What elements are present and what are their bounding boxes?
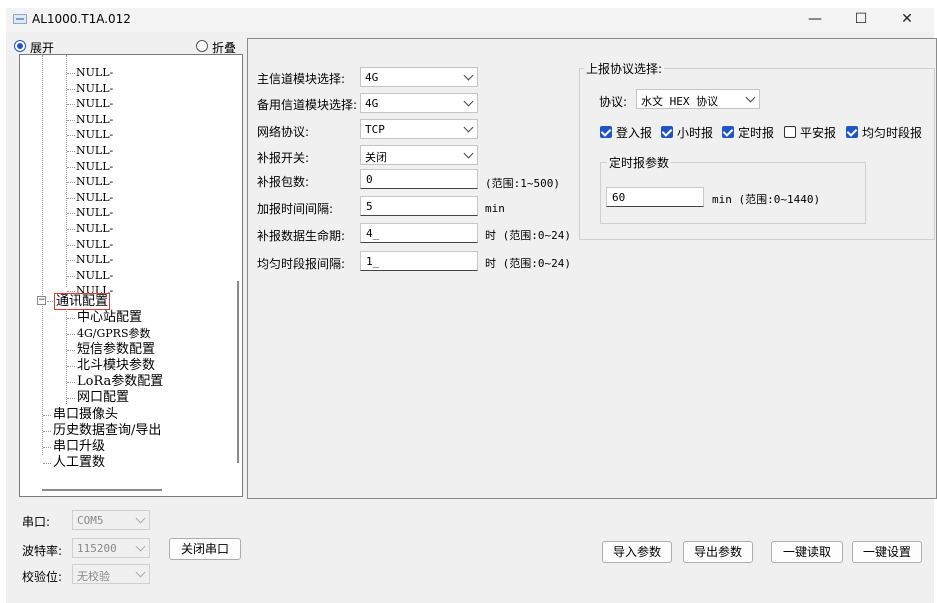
report-type-checkbox[interactable] bbox=[846, 126, 858, 138]
resend-packets-label: 补报包数: bbox=[257, 175, 310, 189]
report-type-label: 平安报 bbox=[800, 126, 837, 140]
chevron-down-icon bbox=[135, 513, 146, 524]
close-serial-button[interactable]: 关闭串口 bbox=[169, 538, 241, 560]
timed-report-input[interactable]: 60 bbox=[606, 187, 704, 207]
app-icon bbox=[13, 14, 27, 24]
protocol-label: 协议: bbox=[599, 95, 628, 109]
close-button[interactable]: ✕ bbox=[884, 8, 930, 32]
chevron-down-icon bbox=[463, 96, 474, 107]
chevron-down-icon bbox=[463, 148, 474, 159]
tree-item-comm-child[interactable]: 4G/GPRS参数 bbox=[77, 326, 151, 341]
tree-item-root[interactable]: 人工置数 bbox=[53, 455, 105, 470]
tree-item-null[interactable]: NULL- bbox=[76, 65, 113, 80]
read-all-button[interactable]: 一键读取 bbox=[771, 541, 843, 563]
even-interval-label: 均匀时段报间隔: bbox=[257, 257, 346, 271]
net-protocol-label: 网络协议: bbox=[257, 125, 310, 139]
collapse-toggle-icon[interactable]: − bbox=[37, 296, 46, 305]
serial-port-select[interactable]: COM5 bbox=[72, 510, 150, 530]
tree-item-null[interactable]: NULL- bbox=[76, 81, 113, 96]
tree-item-null[interactable]: NULL- bbox=[76, 159, 113, 174]
report-type-label: 定时报 bbox=[738, 126, 775, 140]
tree-item-null[interactable]: NULL- bbox=[76, 237, 113, 252]
resend-switch-select[interactable]: 关闭 bbox=[360, 145, 478, 165]
tree-item-comm-child[interactable]: 北斗模块参数 bbox=[77, 358, 155, 373]
net-protocol-select[interactable]: TCP bbox=[360, 119, 478, 139]
parity-label: 校验位: bbox=[22, 570, 63, 584]
expand-radio[interactable] bbox=[14, 40, 26, 52]
minimize-button[interactable]: — bbox=[792, 8, 838, 32]
tree-item-null[interactable]: NULL- bbox=[76, 268, 113, 283]
export-params-button[interactable]: 导出参数 bbox=[683, 541, 753, 563]
tree-item-null[interactable]: NULL- bbox=[76, 96, 113, 111]
timed-report-title: 定时报参数 bbox=[607, 154, 672, 171]
tree-item-root[interactable]: 串口升级 bbox=[53, 439, 105, 454]
serial-port-label: 串口: bbox=[22, 515, 51, 529]
tree-item-null[interactable]: NULL- bbox=[76, 174, 113, 189]
main-channel-select[interactable]: 4G bbox=[360, 67, 478, 87]
main-channel-label: 主信道模块选择: bbox=[257, 72, 346, 86]
tree-item-null[interactable]: NULL- bbox=[76, 221, 113, 236]
add-interval-unit: min bbox=[485, 202, 505, 215]
even-interval-hint: 时 (范围:0~24) bbox=[485, 257, 571, 270]
add-interval-label: 加报时间间隔: bbox=[257, 202, 334, 216]
chevron-down-icon bbox=[463, 122, 474, 133]
nav-tree: NULL- NULL- NULL- NULL- NULL- NULL- NULL- NULL-… bbox=[19, 54, 243, 497]
protocol-select[interactable]: 水文 HEX 协议 bbox=[636, 89, 760, 109]
resend-packets-hint: (范围:1~500) bbox=[485, 177, 560, 190]
tree-item-null[interactable]: NULL- bbox=[76, 127, 113, 142]
set-all-button[interactable]: 一键设置 bbox=[852, 541, 922, 563]
report-type-checkbox[interactable] bbox=[600, 126, 612, 138]
report-type-checkbox[interactable] bbox=[661, 126, 673, 138]
parity-select[interactable]: 无校验 bbox=[72, 564, 150, 584]
resend-packets-input[interactable]: 0 bbox=[360, 169, 478, 189]
backup-channel-label: 备用信道模块选择: bbox=[257, 98, 358, 112]
baud-rate-label: 波特率: bbox=[22, 544, 63, 558]
chevron-down-icon bbox=[745, 92, 756, 103]
report-protocol-title: 上报协议选择: bbox=[584, 60, 665, 77]
tree-item-null[interactable]: NULL- bbox=[76, 112, 113, 127]
tree-item-null[interactable]: NULL- bbox=[76, 205, 113, 220]
tree-horizontal-scrollbar[interactable] bbox=[42, 489, 162, 491]
report-type-label: 登入报 bbox=[616, 126, 653, 140]
tree-vertical-scrollbar[interactable] bbox=[237, 281, 239, 463]
chevron-down-icon bbox=[463, 70, 474, 81]
maximize-button[interactable]: ☐ bbox=[838, 8, 884, 32]
tree-item-null[interactable]: NULL- bbox=[76, 252, 113, 267]
import-params-button[interactable]: 导入参数 bbox=[602, 541, 672, 563]
chevron-down-icon bbox=[135, 567, 146, 578]
backup-channel-select[interactable]: 4G bbox=[360, 93, 478, 113]
baud-rate-select[interactable]: 115200 bbox=[72, 538, 150, 558]
resend-switch-label: 补报开关: bbox=[257, 151, 310, 165]
report-type-checkbox[interactable] bbox=[784, 126, 796, 138]
tree-item-root[interactable]: 历史数据查询/导出 bbox=[53, 423, 161, 438]
tree-item-comm-child[interactable]: 中心站配置 bbox=[77, 310, 142, 325]
resend-lifetime-input[interactable]: 4_ bbox=[360, 223, 478, 243]
add-interval-input[interactable]: 5 bbox=[360, 196, 478, 216]
tree-item-comm-config[interactable]: 通讯配置 bbox=[54, 293, 111, 310]
resend-lifetime-label: 补报数据生命期: bbox=[257, 229, 346, 243]
report-type-label: 均匀时段报 bbox=[862, 126, 923, 140]
collapse-radio[interactable] bbox=[196, 40, 208, 52]
app-window: AL1000.T1A.012 — ☐ ✕ 展开 折叠 NULL- NULL- NUL… bbox=[6, 8, 937, 603]
tree-item-comm-child[interactable]: 网口配置 bbox=[77, 390, 129, 405]
timed-report-hint: min (范围:0~1440) bbox=[712, 193, 821, 206]
config-panel: 主信道模块选择: 4G 备用信道模块选择: 4G 网络协议: TCP 补报开关:… bbox=[247, 38, 937, 499]
title-bar: AL1000.T1A.012 — ☐ ✕ bbox=[6, 8, 934, 32]
window-title: AL1000.T1A.012 bbox=[32, 12, 131, 26]
chevron-down-icon bbox=[135, 541, 146, 552]
report-type-label: 小时报 bbox=[677, 126, 714, 140]
tree-item-root[interactable]: 串口摄像头 bbox=[53, 407, 118, 422]
tree-item-null[interactable]: NULL- bbox=[76, 190, 113, 205]
even-interval-input[interactable]: 1_ bbox=[360, 251, 478, 271]
resend-lifetime-hint: 时 (范围:0~24) bbox=[485, 229, 571, 242]
tree-item-null[interactable]: NULL- bbox=[76, 143, 113, 158]
tree-item-comm-child[interactable]: 短信参数配置 bbox=[77, 342, 155, 357]
tree-item-comm-child[interactable]: LoRa参数配置 bbox=[77, 374, 163, 389]
report-type-checkbox[interactable] bbox=[722, 126, 734, 138]
